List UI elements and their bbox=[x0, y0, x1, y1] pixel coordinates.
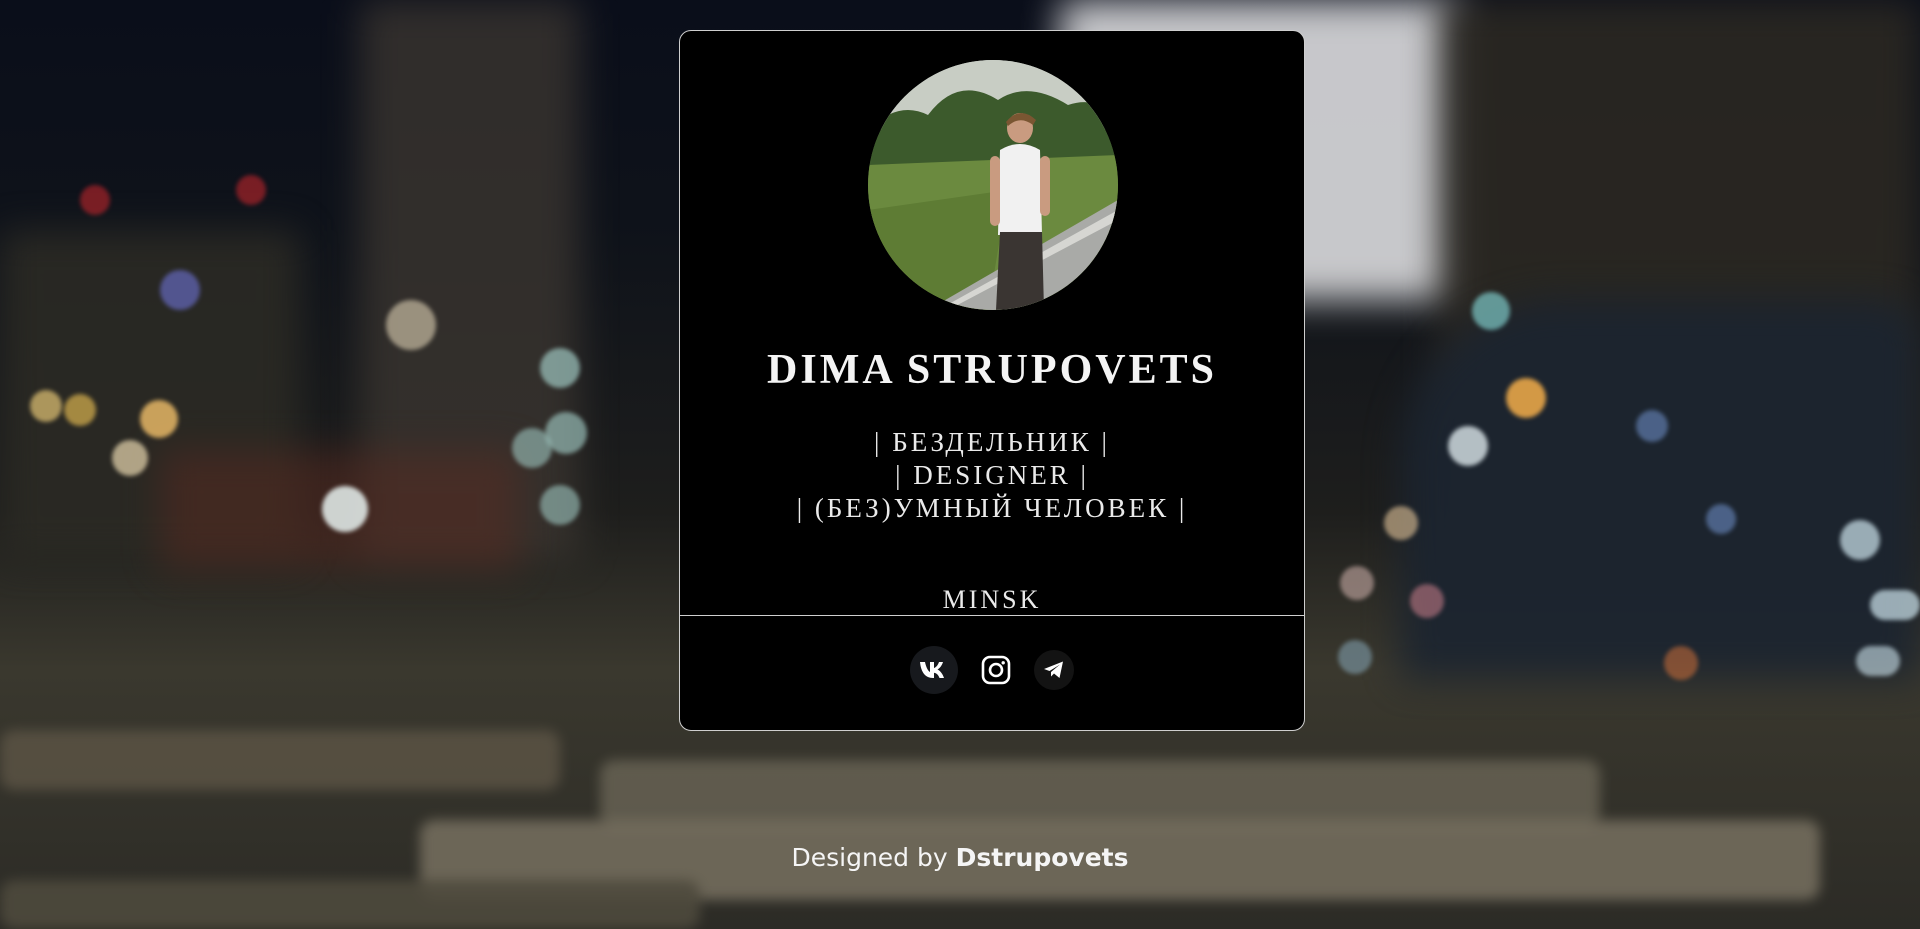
card-divider bbox=[680, 615, 1304, 616]
telegram-icon bbox=[1044, 661, 1063, 678]
vk-icon bbox=[920, 662, 944, 678]
role-line: | DESIGNER | bbox=[895, 460, 1089, 490]
avatar bbox=[868, 60, 1118, 310]
profile-card: DIMA STRUPOVETS | БЕЗДЕЛЬНИК | | DESIGNE… bbox=[679, 30, 1305, 731]
profile-city: MINSK bbox=[942, 585, 1042, 614]
profile-roles: | БЕЗДЕЛЬНИК | | DESIGNER | | (БЕЗ)УМНЫЙ… bbox=[680, 426, 1304, 525]
social-links bbox=[680, 646, 1304, 694]
telegram-link[interactable] bbox=[1034, 650, 1074, 690]
footer-author-link[interactable]: Dstrupovets bbox=[956, 843, 1129, 872]
instagram-link[interactable] bbox=[972, 646, 1020, 694]
footer-credit: Designed by Dstrupovets bbox=[0, 843, 1920, 872]
role-line: | БЕЗДЕЛЬНИК | bbox=[874, 427, 1110, 457]
avatar-photo bbox=[868, 60, 1118, 310]
instagram-icon bbox=[981, 655, 1011, 685]
vk-link[interactable] bbox=[910, 646, 958, 694]
role-line: | (БЕЗ)УМНЫЙ ЧЕЛОВЕК | bbox=[796, 493, 1188, 523]
profile-name: DIMA STRUPOVETS bbox=[767, 347, 1217, 393]
footer-prefix: Designed by bbox=[791, 843, 948, 872]
